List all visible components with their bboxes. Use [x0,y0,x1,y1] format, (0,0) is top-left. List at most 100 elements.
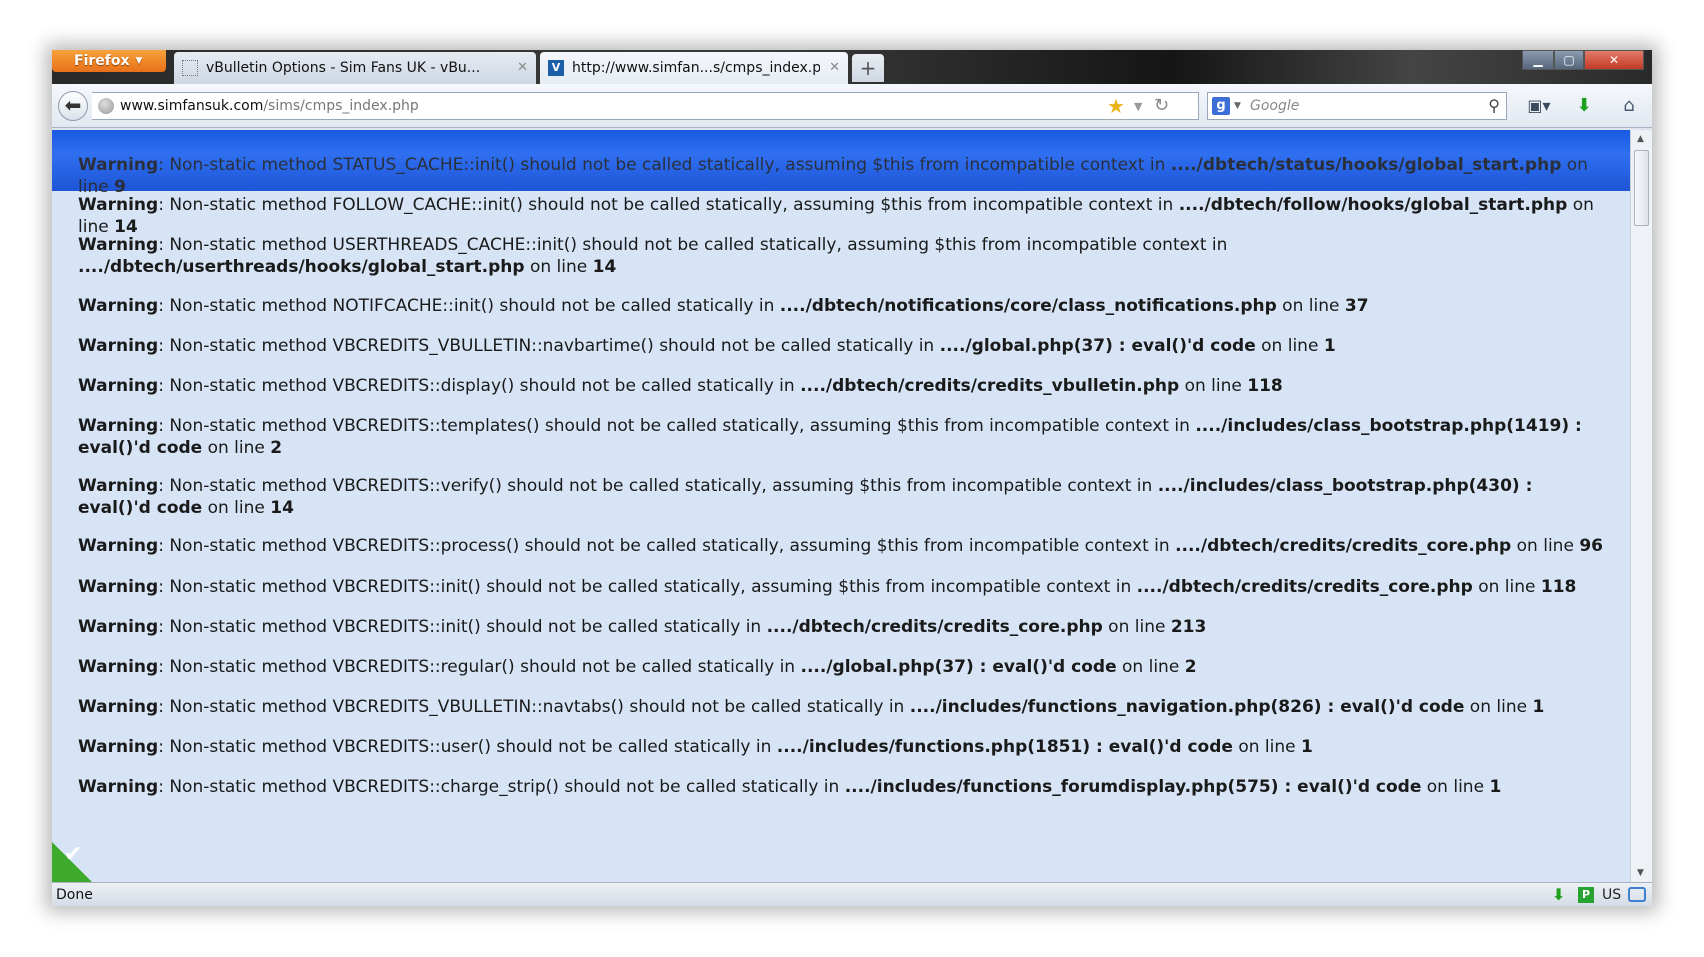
search-bar[interactable]: g ▼ Google ⚲ [1207,92,1507,120]
new-tab-button[interactable]: + [852,54,884,82]
warning-path: ..../includes/functions_navigation.php(8… [909,697,1465,717]
url-bar[interactable]: www.simfansuk.com/sims/cmps_index.php ★ … [92,92,1199,120]
warning-text: : Non-static method USERTHREADS_CACHE::i… [158,235,1228,255]
warning-label: Warning [78,577,159,597]
globe-icon [98,98,114,114]
tab-title: vBulletin Options - Sim Fans UK - vBu... [206,60,481,76]
download-arrow-icon[interactable]: ⬇ [1572,94,1596,118]
warning-text: : Non-static method STATUS_CACHE::init()… [158,155,1171,175]
warning-path: ..../dbtech/credits/credits_vbulletin.ph… [800,376,1180,396]
browser-window: Firefox ▼ vBulletin Options - Sim Fans UK… [52,50,1652,906]
tab-vbulletin-options[interactable]: vBulletin Options - Sim Fans UK - vBu...… [174,52,536,84]
chevron-down-icon[interactable]: ▼ [1134,95,1142,119]
home-icon[interactable]: ⌂ [1617,94,1641,118]
warning-label: Warning [78,336,159,356]
addon-badge[interactable]: P [1578,887,1594,903]
warning-path: ..../global.php(37) : eval()'d code [800,657,1117,677]
warning-path: ..../global.php(37) : eval()'d code [939,336,1256,356]
warning-text: : Non-static method VBCREDITS::init() sh… [158,617,767,637]
blank-page-icon [182,60,198,76]
warning-message: Warning: Non-static method VBCREDITS::re… [78,656,1608,678]
warning-text: : Non-static method VBCREDITS::user() sh… [158,737,777,757]
close-icon[interactable]: ✕ [517,52,528,84]
warning-line-number: 37 [1344,296,1369,316]
warning-message: Warning: Non-static method VBCREDITS::us… [78,736,1608,758]
scroll-down-icon[interactable]: ▼ [1637,868,1644,878]
warning-message: Warning: Non-static method STATUS_CACHE:… [78,154,1608,198]
warning-on-line: on line [1102,617,1171,637]
warning-path: ..../dbtech/follow/hooks/global_start.ph… [1178,195,1568,215]
tab-cmps-index[interactable]: V http://www.simfan...s/cmps_index.php ✕ [540,52,848,84]
warning-on-line: on line [1116,657,1185,677]
warning-line-number: 213 [1170,617,1207,637]
scroll-up-icon[interactable]: ▲ [1637,134,1644,144]
warning-line-number: 2 [1184,657,1197,677]
status-bar: Done ⬇ P US [52,882,1652,906]
warning-label: Warning [78,777,159,797]
warning-on-line: on line [1232,737,1301,757]
bookmarks-menu-icon[interactable]: ▣▾ [1522,94,1556,118]
warning-on-line: on line [202,438,271,458]
warning-message: Warning: Non-static method VBCREDITS::ve… [78,475,1608,519]
warning-path: ..../dbtech/credits/credits_core.php [1175,536,1512,556]
back-button[interactable]: ⬅ [58,91,88,121]
warning-text: : Non-static method VBCREDITS::init() sh… [158,577,1137,597]
warning-path: ..../dbtech/userthreads/hooks/global_sta… [78,257,525,277]
warning-path: ..../dbtech/notifications/core/class_not… [779,296,1277,316]
warning-label: Warning [78,697,159,717]
minimize-button[interactable]: ▁ [1522,50,1554,70]
warning-path: ..../dbtech/credits/credits_core.php [766,617,1103,637]
warning-label: Warning [78,617,159,637]
close-icon[interactable]: ✕ [829,52,840,84]
navigation-toolbar: ⬅ www.simfansuk.com/sims/cmps_index.php … [52,84,1652,128]
close-window-button[interactable]: ✕ [1584,50,1644,70]
locale-indicator[interactable]: US [1602,883,1621,906]
warning-text: : Non-static method VBCREDITS::templates… [158,416,1196,436]
url-path: /sims/cmps_index.php [263,98,419,114]
warning-line-number: 2 [270,438,283,458]
warning-label: Warning [78,536,159,556]
google-icon[interactable]: g [1212,97,1230,115]
search-placeholder: Google [1250,98,1300,114]
warning-on-line: on line [1179,376,1248,396]
tab-title: http://www.simfan...s/cmps_index.php [572,60,820,76]
scrollbar-thumb[interactable] [1634,150,1649,226]
reload-icon[interactable]: ↻ [1154,93,1169,119]
warning-text: : Non-static method VBCREDITS::process()… [158,536,1176,556]
warning-on-line: on line [1255,336,1324,356]
maximize-button[interactable]: ▢ [1554,50,1584,70]
warning-path: ..../includes/functions.php(1851) : eval… [776,737,1233,757]
warning-message: Warning: Non-static method FOLLOW_CACHE:… [78,194,1608,238]
warning-on-line: on line [1472,577,1541,597]
warning-on-line: on line [1421,777,1490,797]
warning-text: : Non-static method VBCREDITS::charge_st… [158,777,845,797]
search-icon[interactable]: ⚲ [1488,93,1500,119]
warning-text: : Non-static method VBCREDITS_VBULLETIN:… [158,336,940,356]
url-text: www.simfansuk.com/sims/cmps_index.php [120,93,419,119]
bookmark-star-icon[interactable]: ★ [1107,94,1125,118]
chevron-down-icon: ▼ [135,56,143,66]
warning-on-line: on line [1511,536,1580,556]
warning-label: Warning [78,376,159,396]
warning-label: Warning [78,235,159,255]
page-content: Warning : Non-static method STATUS_CACHE:… [52,130,1630,882]
download-arrow-icon[interactable]: ⬇ [1552,883,1565,906]
vbulletin-favicon-icon: V [548,60,564,76]
warning-message: Warning: Non-static method VBCREDITS::di… [78,375,1608,397]
warning-line-number: 1 [1532,697,1545,717]
warning-line-number: 14 [592,257,617,277]
warning-text: : Non-static method VBCREDITS::regular()… [158,657,801,677]
warning-path: ..../dbtech/status/hooks/global_start.ph… [1170,155,1562,175]
warning-message: Warning: Non-static method USERTHREADS_C… [78,234,1608,278]
warning-on-line: on line [524,257,593,277]
warning-label: Warning [78,476,159,496]
firefox-menu-button[interactable]: Firefox ▼ [52,50,166,72]
firefox-menu-label: Firefox [74,53,130,69]
warning-line-number: 14 [270,498,294,518]
chevron-down-icon[interactable]: ▼ [1234,94,1241,118]
screen-icon[interactable] [1628,887,1646,902]
warning-label: Warning [78,195,159,215]
warning-path: ..../includes/functions_forumdisplay.php… [844,777,1422,797]
url-host: www.simfansuk.com [120,98,264,114]
vertical-scrollbar[interactable]: ▲ ▼ [1630,130,1652,882]
